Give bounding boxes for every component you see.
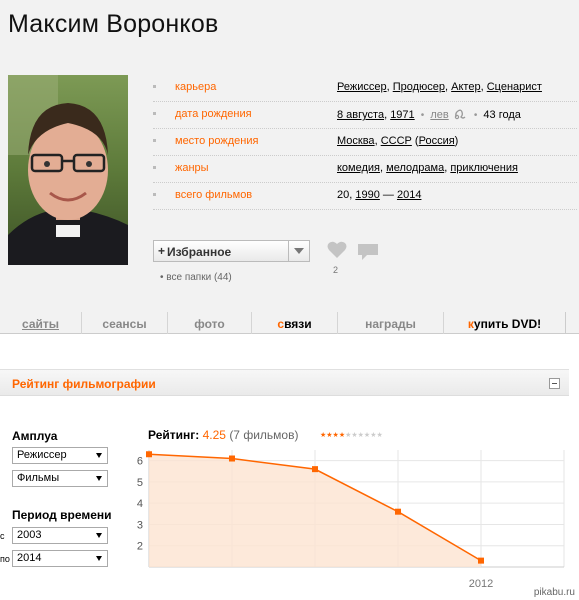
star-rating: ★★★★★★★★★★ xyxy=(320,432,383,439)
data-point xyxy=(478,557,484,564)
info-table: карьера Режиссер, Продюсер, Актер, Сцена… xyxy=(153,75,577,210)
zodiac-link[interactable]: лев xyxy=(430,109,448,121)
birthplace-value: Москва, СССР (Россия) xyxy=(337,135,459,147)
country2-link[interactable]: Россия xyxy=(419,135,455,147)
tab-showtimes[interactable]: сеансы xyxy=(82,312,168,334)
y-tick-label: 5 xyxy=(137,477,143,489)
watermark: pikabu.ru xyxy=(533,587,575,598)
from-prefix: с xyxy=(0,531,5,541)
y-tick-label: 3 xyxy=(137,519,143,531)
favorites-label: Избранное xyxy=(167,245,232,259)
page-title: Максим Воронков xyxy=(8,10,219,38)
rating-chart: 2 3 4 5 6 2012 xyxy=(137,450,565,590)
age-value: 43 года xyxy=(483,109,521,121)
x-tick-label: 2012 xyxy=(469,578,493,590)
y-tick-label: 4 xyxy=(137,498,143,510)
rating-value: 4.25 xyxy=(202,428,226,442)
info-label: жанры xyxy=(175,162,209,174)
to-select[interactable]: 2014 xyxy=(12,550,108,567)
period-label: Период времени xyxy=(12,508,112,522)
role-label: Амплуа xyxy=(12,429,58,443)
info-row-birthdate: дата рождения 8 августа, 1971 • лев • 43… xyxy=(153,102,577,129)
to-prefix: по xyxy=(0,554,10,564)
career-link[interactable]: Актер xyxy=(451,81,480,93)
films-to-link[interactable]: 2014 xyxy=(397,189,421,201)
info-label: место рождения xyxy=(175,135,259,147)
birth-date-link[interactable]: 8 августа xyxy=(337,109,384,121)
role-select[interactable]: Режиссер xyxy=(12,447,108,464)
tab-connections[interactable]: связи xyxy=(252,312,338,334)
data-point xyxy=(312,466,318,473)
from-select[interactable]: 2003 xyxy=(12,527,108,544)
country-link[interactable]: СССР xyxy=(381,135,412,147)
data-point xyxy=(229,455,235,462)
genres-value: комедия, мелодрама, приключения xyxy=(337,162,518,174)
films-from-link[interactable]: 1990 xyxy=(355,189,379,201)
collapse-icon[interactable] xyxy=(549,378,560,389)
y-tick-label: 6 xyxy=(137,456,143,468)
films-value: 20, 1990 — 2014 xyxy=(337,189,422,201)
career-link[interactable]: Сценарист xyxy=(487,81,542,93)
data-point xyxy=(146,451,152,458)
type-select[interactable]: Фильмы xyxy=(12,470,108,487)
tab-awards[interactable]: награды xyxy=(338,312,444,334)
rating-panel-header: Рейтинг фильмографии xyxy=(0,369,569,396)
tab-bar: сайты сеансы фото связи награды купить D… xyxy=(0,312,579,334)
birth-year-link[interactable]: 1971 xyxy=(390,109,414,121)
info-label: дата рождения xyxy=(175,108,252,120)
tab-sites[interactable]: сайты xyxy=(0,312,82,334)
chevron-down-icon[interactable] xyxy=(288,241,309,261)
genre-link[interactable]: мелодрама xyxy=(386,162,444,174)
info-label: карьера xyxy=(175,81,217,93)
films-count: (7 фильмов) xyxy=(229,428,299,442)
comment-icon[interactable] xyxy=(357,243,379,266)
career-link[interactable]: Режиссер xyxy=(337,81,387,93)
y-tick-label: 2 xyxy=(137,541,143,553)
caret-down-icon xyxy=(96,453,102,458)
tab-buy-dvd[interactable]: купить DVD! xyxy=(444,312,566,334)
rating-panel-title: Рейтинг фильмографии xyxy=(12,377,156,391)
info-label: всего фильмов xyxy=(175,189,253,201)
career-link[interactable]: Продюсер xyxy=(393,81,445,93)
career-value: Режиссер, Продюсер, Актер, Сценарист xyxy=(337,81,542,93)
caret-down-icon xyxy=(96,556,102,561)
caret-down-icon xyxy=(96,533,102,538)
genre-link[interactable]: приключения xyxy=(450,162,518,174)
rating-summary: Рейтинг: 4.25 (7 фильмов) xyxy=(148,428,299,442)
tab-photos[interactable]: фото xyxy=(168,312,252,334)
info-row-birthplace: место рождения Москва, СССР (Россия) xyxy=(153,129,577,156)
data-point xyxy=(395,508,401,515)
heart-icon[interactable] xyxy=(327,241,347,264)
genre-link[interactable]: комедия xyxy=(337,162,380,174)
favorites-dropdown[interactable]: + Избранное xyxy=(153,240,310,262)
likes-count: 2 xyxy=(333,265,339,275)
city-link[interactable]: Москва xyxy=(337,135,375,147)
info-row-films: всего фильмов 20, 1990 — 2014 xyxy=(153,183,577,210)
birthdate-value: 8 августа, 1971 • лев • 43 года xyxy=(337,109,521,121)
info-row-genres: жанры комедия, мелодрама, приключения xyxy=(153,156,577,183)
plus-icon: + xyxy=(158,244,166,258)
info-row-career: карьера Режиссер, Продюсер, Актер, Сцена… xyxy=(153,75,577,102)
all-folders-link[interactable]: • все папки (44) xyxy=(160,272,232,283)
caret-down-icon xyxy=(96,476,102,481)
leo-icon xyxy=(452,109,471,121)
person-photo xyxy=(8,75,128,265)
